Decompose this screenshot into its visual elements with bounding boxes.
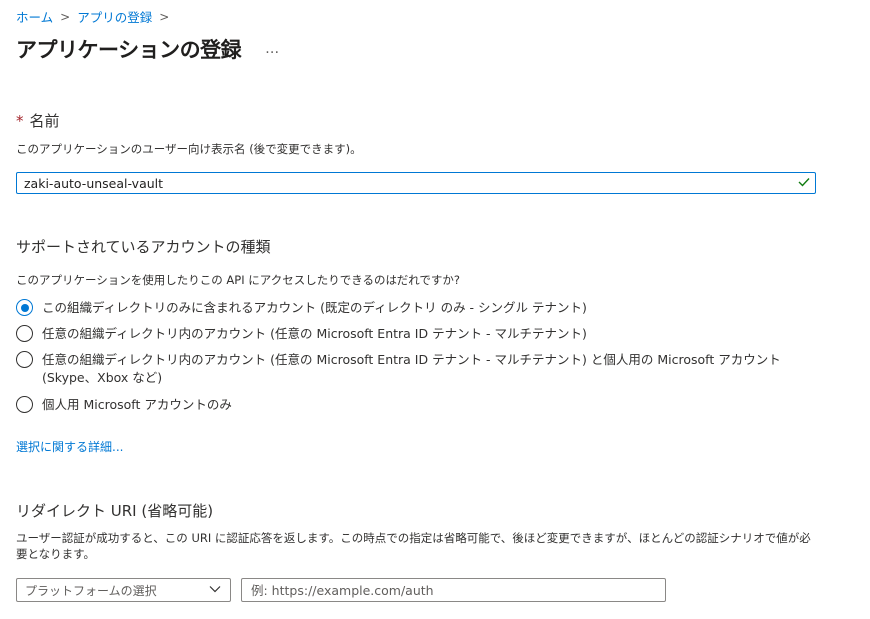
redirect-uri-input[interactable] — [241, 578, 666, 602]
radio-label: この組織ディレクトリのみに含まれるアカウント (既定のディレクトリ のみ - シ… — [42, 300, 587, 315]
account-types-heading: サポートされているアカウントの種類 — [16, 238, 271, 256]
radio-personal-only[interactable]: 個人用 Microsoft アカウントのみ — [16, 396, 232, 414]
radio-label: 任意の組織ディレクトリ内のアカウント (任意の Microsoft Entra … — [42, 352, 781, 385]
breadcrumb-app-registrations-link[interactable]: アプリの登録 — [77, 7, 152, 26]
radio-label: 個人用 Microsoft アカウントのみ — [42, 397, 232, 412]
checkmark-icon — [798, 175, 810, 191]
redirect-heading: リダイレクト URI (省略可能) — [16, 502, 214, 520]
name-field[interactable] — [16, 172, 816, 194]
radio-single-tenant[interactable]: この組織ディレクトリのみに含まれるアカウント (既定のディレクトリ のみ - シ… — [16, 299, 587, 317]
name-label-text: 名前 — [29, 112, 60, 130]
radio-multi-tenant[interactable]: 任意の組織ディレクトリ内のアカウント (任意の Microsoft Entra … — [16, 325, 587, 343]
required-asterisk: * — [16, 112, 24, 130]
platform-select-value: プラットフォームの選択 — [25, 583, 157, 598]
breadcrumb-separator: > — [60, 9, 71, 24]
breadcrumb-separator: > — [159, 9, 170, 24]
redirect-description: ユーザー認証が成功すると、この URI に認証応答を返します。この時点での指定は… — [16, 531, 811, 561]
breadcrumb-home-link[interactable]: ホーム — [16, 7, 53, 26]
name-label: * 名前 — [16, 110, 60, 131]
more-options-button[interactable]: … — [265, 41, 279, 57]
radio-label: 任意の組織ディレクトリ内のアカウント (任意の Microsoft Entra … — [42, 326, 587, 341]
app-registration-page: ホーム > アプリの登録 > アプリケーションの登録 … * 名前 このアプリケー… — [0, 0, 870, 619]
radio-button-checked[interactable] — [16, 299, 33, 316]
page-title: アプリケーションの登録 — [16, 38, 242, 62]
name-description: このアプリケーションのユーザー向け表示名 (後で変更できます)。 — [16, 142, 362, 156]
radio-button[interactable] — [16, 396, 33, 413]
chevron-down-icon — [208, 582, 222, 599]
platform-select[interactable]: プラットフォームの選択 — [16, 578, 231, 602]
radio-button[interactable] — [16, 325, 33, 342]
title-row: アプリケーションの登録 … — [16, 34, 279, 64]
name-input[interactable] — [17, 173, 798, 193]
breadcrumb: ホーム > アプリの登録 > — [16, 7, 176, 26]
account-types-question: このアプリケーションを使用したりこの API にアクセスしたりできるのはだれです… — [16, 273, 460, 287]
radio-button[interactable] — [16, 351, 33, 368]
learn-more-link[interactable]: 選択に関する詳細... — [16, 438, 123, 455]
radio-multi-tenant-personal[interactable]: 任意の組織ディレクトリ内のアカウント (任意の Microsoft Entra … — [16, 351, 816, 387]
